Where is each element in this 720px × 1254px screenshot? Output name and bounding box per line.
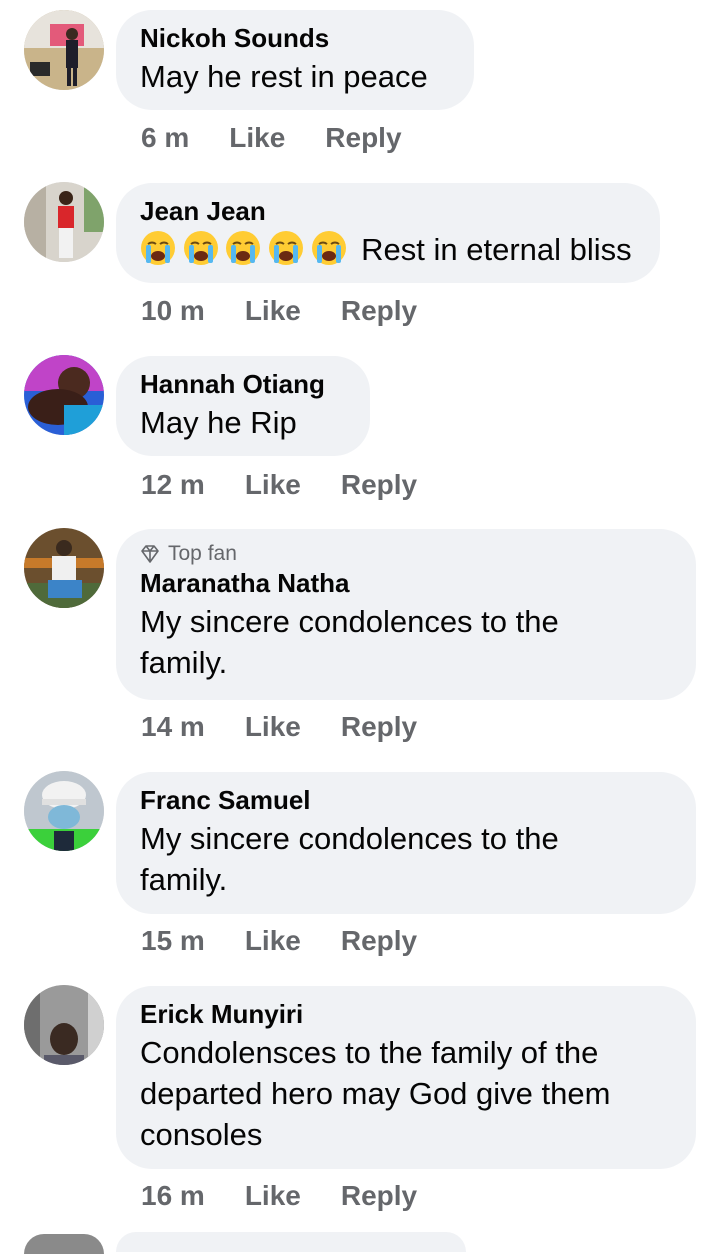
top-fan-label: Top fan: [168, 542, 237, 565]
comment-timestamp[interactable]: 15 m: [141, 925, 205, 961]
comment-timestamp[interactable]: 6 m: [141, 122, 189, 158]
user-photo-avatar-icon: [24, 528, 104, 608]
diamond-icon: [140, 544, 160, 564]
comment-text: Condolensces to the family of the depart…: [140, 1032, 672, 1155]
user-photo-avatar-icon: [24, 182, 104, 262]
comment-bubble[interactable]: Franc Samuel My sincere condolences to t…: [116, 772, 696, 914]
avatar[interactable]: [24, 182, 104, 262]
comment-author[interactable]: Nickoh Sounds: [140, 22, 450, 54]
comment-author[interactable]: Hannah Otiang: [140, 368, 346, 400]
comment-actions: 14 m Like Reply: [141, 711, 457, 747]
avatar[interactable]: [24, 1234, 104, 1254]
comment-author[interactable]: Erick Munyiri: [140, 998, 672, 1030]
comment-bubble[interactable]: Top fan Maranatha Natha My sincere condo…: [116, 529, 696, 700]
comment-text-line: My sincere condolences to the: [140, 821, 559, 856]
comment-timestamp[interactable]: 10 m: [141, 295, 205, 331]
comment-text-line: family.: [140, 862, 228, 897]
comment-text: My sincere condolences to the family.: [140, 601, 672, 683]
comment-timestamp[interactable]: 12 m: [141, 469, 205, 505]
comment-actions: 10 m Like Reply: [141, 295, 457, 331]
comment-actions: 12 m Like Reply: [141, 469, 457, 505]
crying-face-emoji-icon: [140, 231, 353, 267]
avatar[interactable]: [24, 528, 104, 608]
comment-bubble[interactable]: Erick Munyiri Condolensces to the family…: [116, 986, 696, 1169]
comment-actions: 15 m Like Reply: [141, 925, 457, 961]
user-photo-avatar-icon: [24, 355, 104, 435]
avatar[interactable]: [24, 355, 104, 435]
top-fan-badge: Top fan: [140, 541, 672, 567]
comment-text-line: My sincere condolences to the: [140, 604, 559, 639]
like-button[interactable]: Like: [245, 925, 301, 961]
comment-text: May he Rip: [140, 405, 297, 440]
comment-text-line: consoles: [140, 1117, 263, 1152]
comment-text-line: departed hero may God give them: [140, 1076, 611, 1111]
comment-text-line: family.: [140, 645, 228, 680]
comment-timestamp[interactable]: 14 m: [141, 711, 205, 747]
reply-button[interactable]: Reply: [325, 122, 401, 158]
comment-text-row: Rest in eternal bliss: [140, 229, 636, 270]
reply-button[interactable]: Reply: [341, 295, 417, 331]
reply-button[interactable]: Reply: [341, 711, 417, 747]
comment-text: May he rest in peace: [140, 59, 428, 94]
reply-button[interactable]: Reply: [341, 1180, 417, 1216]
comment-timestamp[interactable]: 16 m: [141, 1180, 205, 1216]
user-photo-avatar-icon: [24, 10, 104, 90]
like-button[interactable]: Like: [245, 711, 301, 747]
comment-text-line: Condolensces to the family of the: [140, 1035, 599, 1070]
comment-bubble[interactable]: Hannah Otiang May he Rip: [116, 356, 370, 456]
comment-text: My sincere condolences to the family.: [140, 818, 672, 900]
reply-button[interactable]: Reply: [341, 925, 417, 961]
user-photo-avatar-icon: [24, 771, 104, 851]
avatar[interactable]: [24, 771, 104, 851]
comment-bubble[interactable]: [116, 1232, 466, 1252]
comment-bubble[interactable]: Nickoh Sounds May he rest in peace: [116, 10, 474, 110]
avatar[interactable]: [24, 10, 104, 90]
avatar[interactable]: [24, 985, 104, 1065]
like-button[interactable]: Like: [229, 122, 285, 158]
like-button[interactable]: Like: [245, 1180, 301, 1216]
comment-author[interactable]: Jean Jean: [140, 195, 636, 227]
comment-actions: 6 m Like Reply: [141, 122, 442, 158]
comment-text: Rest in eternal bliss: [361, 232, 632, 267]
like-button[interactable]: Like: [245, 469, 301, 505]
comment-author[interactable]: Franc Samuel: [140, 784, 672, 816]
like-button[interactable]: Like: [245, 295, 301, 331]
user-photo-avatar-icon: [24, 985, 104, 1065]
comment-author[interactable]: Maranatha Natha: [140, 567, 672, 599]
comment-bubble[interactable]: Jean Jean Rest in eternal bliss: [116, 183, 660, 283]
reply-button[interactable]: Reply: [341, 469, 417, 505]
comment-actions: 16 m Like Reply: [141, 1180, 457, 1216]
